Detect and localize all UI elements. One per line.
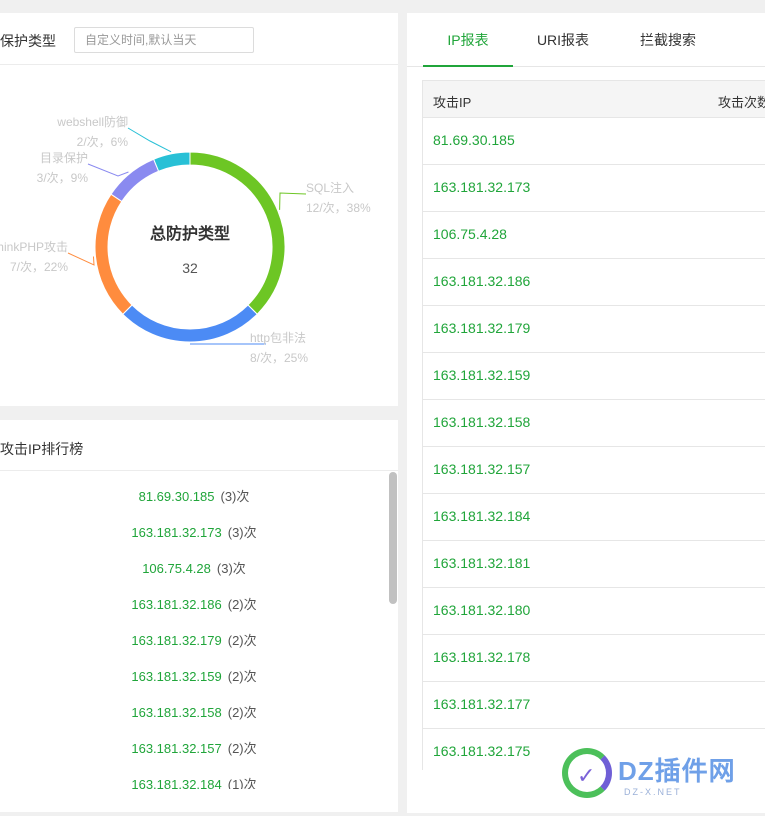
table-row: 163.181.32.179	[423, 306, 765, 353]
table-cell-ip[interactable]: 81.69.30.185	[433, 132, 515, 148]
watermark-text: DZ插件网	[618, 756, 736, 786]
table-body: 81.69.30.185 163.181.32.173 106.75.4.28 163…	[423, 118, 765, 770]
pie-leader-line-3	[87, 163, 129, 177]
chart-total: 32	[182, 260, 198, 276]
ranking-count: (2)次	[227, 705, 257, 720]
table-cell-ip[interactable]: 163.181.32.179	[433, 320, 530, 336]
table-cell-ip[interactable]: 106.75.4.28	[433, 226, 507, 242]
column-header-count: 攻击次数	[718, 95, 765, 110]
protection-type-header: 保护类型	[0, 13, 398, 65]
protection-type-title: 保护类型	[0, 33, 56, 49]
list-item: 81.69.30.185 (3)次	[0, 482, 388, 518]
table-row: 163.181.32.180	[423, 588, 765, 635]
ranking-title: 攻击IP排行榜	[0, 441, 84, 457]
pie-leader-line-2	[67, 252, 95, 266]
ranking-ip[interactable]: 163.181.32.157	[131, 741, 221, 756]
table-cell-ip[interactable]: 163.181.32.180	[433, 602, 530, 618]
pie-leader-line-0	[279, 192, 307, 210]
pie-slice-value-4: 2/次，6%	[77, 135, 129, 149]
list-item: 106.75.4.28 (3)次	[0, 554, 388, 590]
attack-ip-ranking-panel: 攻击IP排行榜 81.69.30.185 (3)次 163.181.32.173 (3…	[0, 420, 398, 812]
column-header-ip: 攻击IP	[433, 95, 472, 110]
table-cell-ip[interactable]: 163.181.32.184	[433, 508, 530, 524]
chart-title: 总防护类型	[150, 224, 230, 243]
check-icon: ✓	[577, 763, 596, 788]
ranking-ip[interactable]: 163.181.32.158	[131, 705, 221, 720]
table-cell-ip[interactable]: 163.181.32.181	[433, 555, 530, 571]
table-row: 163.181.32.177	[423, 682, 765, 729]
ranking-count: (2)次	[227, 669, 257, 684]
pie-leader-line-4	[127, 127, 172, 153]
table-cell-ip[interactable]: 163.181.32.157	[433, 461, 530, 477]
pie-slice-value-3: 3/次，9%	[37, 171, 89, 185]
pie-slice-3[interactable]	[110, 158, 160, 203]
ranking-list: 81.69.30.185 (3)次 163.181.32.173 (3)次 106.75…	[0, 482, 388, 789]
pie-slice-4[interactable]	[152, 151, 191, 172]
list-item: 163.181.32.159 (2)次	[0, 662, 388, 698]
ranking-scrollbar-thumb[interactable]	[389, 472, 397, 604]
list-item: 163.181.32.179 (2)次	[0, 626, 388, 662]
table-header: 攻击IP 攻击次数	[423, 80, 765, 118]
ranking-count: (2)次	[227, 633, 257, 648]
tab-ip-report[interactable]: IP报表	[423, 13, 513, 67]
tab-uri-report[interactable]: URI报表	[518, 13, 608, 67]
ranking-ip[interactable]: 163.181.32.186	[131, 597, 221, 612]
pie-slice-name-1: http包非法	[250, 331, 306, 345]
table-row: 163.181.32.184	[423, 494, 765, 541]
list-item: 163.181.32.158 (2)次	[0, 698, 388, 734]
ranking-ip[interactable]: 163.181.32.159	[131, 669, 221, 684]
pie-slice-2[interactable]	[94, 193, 133, 315]
table-row: 163.181.32.186	[423, 259, 765, 306]
watermark: ✓ DZ插件网 DZ-X.NET	[562, 745, 762, 805]
table-row: 163.181.32.158	[423, 400, 765, 447]
table-row: 163.181.32.181	[423, 541, 765, 588]
pie-slice-name-4: webshell防御	[56, 114, 128, 129]
watermark-subtext: DZ-X.NET	[624, 787, 682, 797]
pie-slice-1[interactable]	[122, 304, 258, 343]
protection-type-donut-chart: SQL注入 12/次，38% http包非法 8/次，25% thinkPHP攻击 7/次…	[0, 114, 371, 365]
ranking-header: 攻击IP排行榜	[0, 420, 398, 471]
ranking-ip[interactable]: 163.181.32.173	[131, 525, 221, 540]
table-cell-ip[interactable]: 163.181.32.159	[433, 367, 530, 383]
ranking-count: (2)次	[227, 597, 257, 612]
pie-slice-value-2: 7/次，22%	[10, 260, 68, 274]
ranking-count: (3)次	[220, 489, 250, 504]
list-item: 163.181.32.173 (3)次	[0, 518, 388, 554]
list-item: 163.181.32.157 (2)次	[0, 734, 388, 770]
table-row: 106.75.4.28	[423, 212, 765, 259]
pie-slice-value-1: 8/次，25%	[250, 351, 308, 365]
ranking-ip[interactable]: 106.75.4.28	[142, 561, 211, 576]
table-cell-ip[interactable]: 163.181.32.175	[433, 743, 530, 759]
ranking-ip[interactable]: 163.181.32.184	[131, 777, 221, 789]
table-row: 163.181.32.159	[423, 353, 765, 400]
table-row: 163.181.32.178	[423, 635, 765, 682]
table-cell-ip[interactable]: 163.181.32.173	[433, 179, 530, 195]
ranking-count: (1)次	[227, 777, 257, 789]
date-range-input[interactable]	[74, 27, 254, 53]
ranking-ip[interactable]: 81.69.30.185	[139, 489, 215, 504]
table-cell-ip[interactable]: 163.181.32.158	[433, 414, 530, 430]
ranking-count: (2)次	[227, 741, 257, 756]
report-tabs: IP报表 URI报表 拦截搜索	[407, 13, 765, 67]
list-item: 163.181.32.184 (1)次	[0, 770, 388, 789]
table-row: 163.181.32.173	[423, 165, 765, 212]
table-cell-ip[interactable]: 163.181.32.178	[433, 649, 530, 665]
table-cell-ip[interactable]: 163.181.32.186	[433, 273, 530, 289]
pie-slice-name-2: thinkPHP攻击	[0, 240, 68, 254]
pie-slice-value-0: 12/次，38%	[306, 201, 371, 215]
pie-slice-name-0: SQL注入	[306, 180, 354, 195]
table-row: 163.181.32.157	[423, 447, 765, 494]
ranking-count: (3)次	[227, 525, 257, 540]
ip-report-table: 攻击IP 攻击次数 81.69.30.185 163.181.32.173 106.…	[422, 80, 765, 770]
list-item: 163.181.32.186 (2)次	[0, 590, 388, 626]
ranking-ip[interactable]: 163.181.32.179	[131, 633, 221, 648]
report-panel: IP报表 URI报表 拦截搜索 攻击IP 攻击次数 81.69.30.185 16…	[407, 13, 765, 813]
table-row: 81.69.30.185	[423, 118, 765, 165]
table-cell-ip[interactable]: 163.181.32.177	[433, 696, 530, 712]
ranking-count: (3)次	[216, 561, 246, 576]
pie-slice-name-3: 目录保护	[40, 151, 88, 165]
protection-type-panel: 保护类型 SQL注入 12/次，38% http包非法 8/次，25% thinkPHP…	[0, 13, 398, 406]
tab-block-search[interactable]: 拦截搜索	[623, 13, 713, 67]
